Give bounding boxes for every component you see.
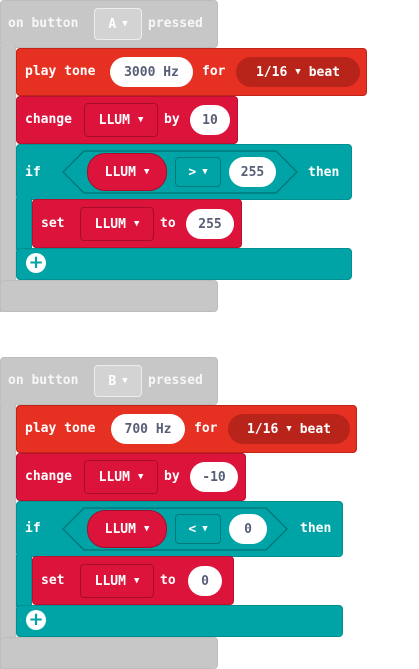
add-else-plus-icon[interactable]: + [26, 610, 46, 630]
caret-down-icon: ▼ [143, 167, 150, 177]
for-label: for [202, 64, 226, 79]
play-tone-label: play tone [25, 64, 96, 79]
beat-word: beat [299, 421, 332, 437]
caret-down-icon: ▼ [133, 219, 140, 229]
caret-down-icon: ▼ [137, 472, 144, 482]
for-label: for [194, 421, 218, 436]
caret-down-icon: ▼ [295, 67, 301, 77]
if-block-foot [16, 605, 343, 637]
change-amount-value: -10 [202, 469, 226, 485]
event-body [0, 403, 16, 669]
set-variable-name: LLUM [94, 573, 126, 589]
to-label: to [160, 573, 176, 588]
compare-variable-dropdown[interactable]: LLUM ▼ [87, 153, 167, 191]
if-block-arm [16, 198, 32, 250]
frequency-input[interactable]: 3000 Hz [110, 57, 193, 87]
set-value-input[interactable]: 255 [186, 209, 234, 239]
variable-dropdown[interactable]: LLUM ▼ [84, 103, 158, 137]
set-variable-dropdown[interactable]: LLUM ▼ [80, 564, 154, 598]
set-value-input[interactable]: 0 [188, 566, 222, 596]
by-label: by [164, 112, 180, 127]
beat-dropdown[interactable]: 1/16 ▼ beat [236, 57, 360, 87]
caret-down-icon: ▼ [133, 576, 140, 586]
variable-name: LLUM [98, 469, 130, 485]
button-select-value: B [108, 373, 117, 389]
button-select-dropdown[interactable]: A ▼ [94, 8, 142, 40]
event-prefix: on button [8, 16, 79, 31]
play-tone-label: play tone [25, 421, 96, 436]
set-variable-name: LLUM [94, 216, 126, 232]
change-amount-value: 10 [202, 112, 218, 128]
if-block-foot [16, 248, 352, 280]
caret-down-icon: ▼ [286, 424, 292, 434]
compare-value-input[interactable]: 255 [229, 157, 276, 187]
caret-down-icon: ▼ [137, 115, 144, 125]
then-label: then [308, 165, 340, 180]
beat-word: beat [308, 64, 341, 80]
if-block-arm [16, 555, 32, 607]
compare-value-input[interactable]: 0 [229, 514, 267, 544]
add-else-plus-icon[interactable]: + [26, 253, 46, 273]
event-suffix: pressed [148, 16, 203, 31]
beat-value: 1/16 [246, 421, 279, 437]
set-value: 255 [198, 216, 222, 232]
to-label: to [160, 216, 176, 231]
operator-dropdown[interactable]: < ▼ [175, 514, 221, 544]
by-label: by [164, 469, 180, 484]
compare-variable-name: LLUM [104, 164, 136, 180]
caret-down-icon: ▼ [122, 19, 128, 29]
caret-down-icon: ▼ [122, 376, 128, 386]
frequency-value: 3000 Hz [124, 64, 179, 80]
caret-down-icon: ▼ [202, 524, 208, 534]
set-value: 0 [201, 573, 209, 589]
event-suffix: pressed [148, 373, 203, 388]
compare-value: 255 [240, 164, 265, 180]
operator-value: < [188, 521, 197, 537]
set-label: set [41, 216, 65, 231]
variable-name: LLUM [98, 112, 130, 128]
compare-variable-dropdown[interactable]: LLUM ▼ [87, 510, 167, 548]
caret-down-icon: ▼ [143, 524, 150, 534]
button-select-dropdown[interactable]: B ▼ [94, 365, 142, 397]
set-label: set [41, 573, 65, 588]
change-label: change [25, 469, 72, 484]
beat-dropdown[interactable]: 1/16 ▼ beat [228, 414, 350, 444]
beat-value: 1/16 [255, 64, 288, 80]
change-label: change [25, 112, 72, 127]
if-label: if [25, 165, 41, 180]
button-select-value: A [108, 16, 117, 32]
then-label: then [300, 521, 332, 536]
event-foot [0, 637, 218, 669]
compare-value: 0 [244, 521, 252, 537]
change-amount-input[interactable]: -10 [190, 462, 238, 492]
frequency-value: 700 Hz [124, 421, 172, 437]
operator-dropdown[interactable]: > ▼ [175, 157, 221, 187]
variable-dropdown[interactable]: LLUM ▼ [84, 460, 158, 494]
compare-variable-name: LLUM [104, 521, 136, 537]
event-body [0, 46, 16, 312]
event-prefix: on button [8, 373, 79, 388]
caret-down-icon: ▼ [202, 167, 208, 177]
if-label: if [25, 521, 41, 536]
set-variable-dropdown[interactable]: LLUM ▼ [80, 207, 154, 241]
event-foot [0, 280, 218, 312]
operator-value: > [188, 164, 197, 180]
frequency-input[interactable]: 700 Hz [111, 414, 185, 444]
change-amount-input[interactable]: 10 [190, 105, 230, 135]
